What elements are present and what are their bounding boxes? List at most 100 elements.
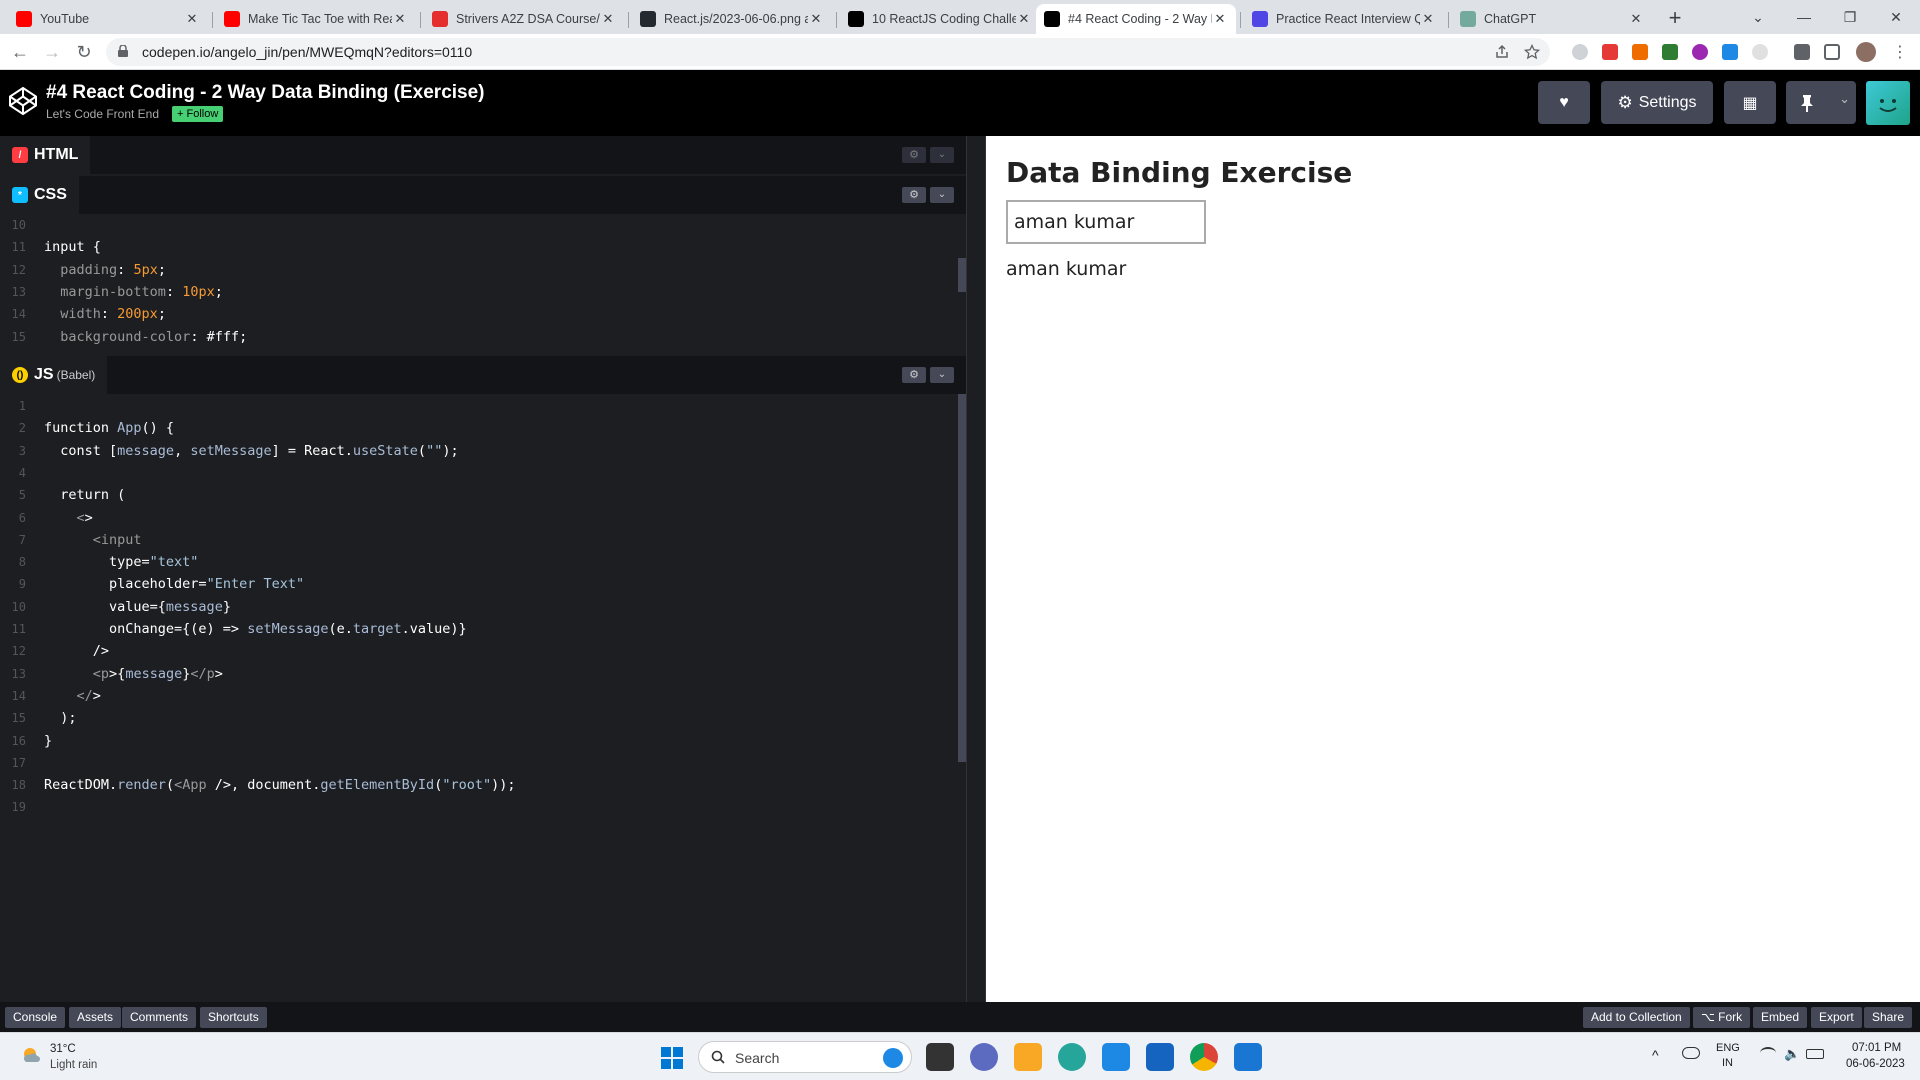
- tab-search-icon[interactable]: ⌄: [1738, 4, 1778, 30]
- browser-menu-icon[interactable]: ⋮: [1892, 42, 1908, 62]
- extension-cloud-icon[interactable]: [1572, 44, 1588, 60]
- add-to-collection-button[interactable]: Add to Collection: [1583, 1007, 1690, 1028]
- tab-title: Practice React Interview Questions: [1276, 12, 1420, 26]
- weather-rain-icon[interactable]: [20, 1045, 42, 1067]
- clock-time[interactable]: 07:01 PM: [1852, 1042, 1901, 1054]
- shortcuts-button[interactable]: Shortcuts: [200, 1007, 267, 1028]
- youtube-icon: [224, 11, 240, 27]
- chrome-icon[interactable]: [1190, 1043, 1218, 1071]
- extension-react-devtools-icon[interactable]: [1722, 44, 1738, 60]
- minimize-button[interactable]: —: [1784, 4, 1824, 30]
- html-settings-icon[interactable]: ⚙: [902, 147, 926, 163]
- bing-icon: [883, 1048, 903, 1068]
- pane-resizer[interactable]: [966, 136, 986, 1002]
- assets-button[interactable]: Assets: [69, 1007, 122, 1028]
- html-collapse-icon[interactable]: ⌄: [930, 147, 954, 163]
- share-icon[interactable]: [1494, 44, 1510, 60]
- edge-browser-icon[interactable]: [1058, 1043, 1086, 1071]
- tab-close-icon[interactable]: ✕: [184, 11, 200, 27]
- browser-tab[interactable]: Make Tic Tac Toe with React ✕: [216, 4, 416, 34]
- url-text: codepen.io/angelo_jin/pen/MWEQmqN?editor…: [142, 44, 473, 60]
- extension-gray-icon[interactable]: [1752, 44, 1768, 60]
- pen-author[interactable]: Let's Code Front End: [46, 107, 159, 121]
- css-collapse-icon[interactable]: ⌄: [930, 187, 954, 203]
- task-view-icon[interactable]: [926, 1043, 954, 1071]
- css-scrollbar[interactable]: [958, 258, 966, 292]
- settings-button[interactable]: ⚙ Settings: [1601, 81, 1713, 124]
- console-button[interactable]: Console: [5, 1007, 66, 1028]
- tab-close-icon[interactable]: ✕: [1212, 11, 1228, 27]
- code-text: width: 200px;: [60, 306, 166, 323]
- code-text: ReactDOM.render(<App />, document.getEle…: [44, 777, 516, 794]
- vscode-icon[interactable]: [1234, 1043, 1262, 1071]
- teams-chat-icon[interactable]: [970, 1043, 998, 1071]
- tab-close-icon[interactable]: ✕: [392, 11, 408, 27]
- extension-pocket-icon[interactable]: [1602, 44, 1618, 60]
- browser-tab[interactable]: #4 React Coding - 2 Way Data✕: [1036, 4, 1236, 34]
- reload-button[interactable]: ↻: [72, 40, 96, 64]
- battery-icon[interactable]: [1806, 1049, 1824, 1059]
- tray-overflow-icon[interactable]: ^: [1652, 1047, 1659, 1063]
- browser-tab[interactable]: Practice React Interview Questions✕: [1244, 4, 1444, 34]
- taskbar-search-box[interactable]: Search: [698, 1041, 912, 1073]
- side-panel-icon[interactable]: [1824, 44, 1840, 60]
- bookmark-star-icon[interactable]: [1524, 44, 1540, 60]
- js-editor-label: JS: [34, 366, 54, 383]
- file-explorer-icon[interactable]: [1014, 1043, 1042, 1071]
- pin-button[interactable]: ⌄: [1786, 81, 1856, 124]
- volume-icon[interactable]: 🔈: [1784, 1046, 1800, 1062]
- extension-app-icon[interactable]: [1662, 44, 1678, 60]
- forward-button[interactable]: →: [40, 40, 64, 64]
- heart-button[interactable]: ♥: [1538, 81, 1590, 124]
- microsoft-store-icon[interactable]: [1146, 1043, 1174, 1071]
- css-code-editor[interactable]: 10 11 input {12 padding: 5px; 13 margin-bot…: [0, 214, 966, 352]
- follow-button[interactable]: + Follow: [172, 106, 224, 122]
- codepen-logo-icon[interactable]: [8, 86, 38, 116]
- restore-button[interactable]: ❐: [1830, 4, 1870, 30]
- browser-tab[interactable]: ChatGPT ✕: [1452, 4, 1652, 34]
- browser-tab[interactable]: YouTube ✕: [8, 4, 208, 34]
- js-code-editor[interactable]: 1 2 function App() {3 const [message, setM…: [0, 394, 966, 1002]
- layout-button[interactable]: ▦: [1724, 81, 1776, 124]
- extension-dropper-icon[interactable]: [1632, 44, 1648, 60]
- tab-close-icon[interactable]: ✕: [808, 11, 824, 27]
- export-button[interactable]: Export: [1811, 1007, 1862, 1028]
- tab-close-icon[interactable]: ✕: [1420, 11, 1436, 27]
- wifi-icon[interactable]: [1760, 1047, 1776, 1059]
- html-editor-tab[interactable]: / HTML: [0, 136, 91, 174]
- onedrive-icon[interactable]: [1682, 1047, 1700, 1059]
- clock-date[interactable]: 06-06-2023: [1846, 1058, 1905, 1070]
- windows-start-icon[interactable]: [660, 1046, 684, 1070]
- js-collapse-icon[interactable]: ⌄: [930, 367, 954, 383]
- smiley-avatar-icon: [1879, 99, 1897, 112]
- address-bar[interactable]: codepen.io/angelo_jin/pen/MWEQmqN?editor…: [106, 38, 1550, 66]
- back-button[interactable]: ←: [8, 40, 32, 64]
- browser-tab[interactable]: Strivers A2Z DSA Course/Sheet✕: [424, 4, 624, 34]
- tab-close-icon[interactable]: ✕: [1628, 11, 1644, 27]
- share-button[interactable]: Share: [1864, 1007, 1913, 1028]
- extensions-puzzle-icon[interactable]: [1794, 44, 1810, 60]
- mail-icon[interactable]: [1102, 1043, 1130, 1071]
- tab-close-icon[interactable]: ✕: [600, 11, 616, 27]
- js-editor-tab[interactable]: () JS (Babel): [0, 356, 108, 394]
- css-settings-icon[interactable]: ⚙: [902, 187, 926, 203]
- line-number: 1: [18, 399, 26, 413]
- embed-button[interactable]: Embed: [1753, 1007, 1808, 1028]
- extension-purple-icon[interactable]: [1692, 44, 1708, 60]
- tab-close-icon[interactable]: ✕: [1016, 11, 1032, 27]
- language-indicator[interactable]: ENG: [1716, 1042, 1740, 1054]
- js-scrollbar[interactable]: [958, 394, 966, 762]
- profile-avatar[interactable]: [1856, 42, 1876, 62]
- pen-title[interactable]: #4 React Coding - 2 Way Data Binding (Ex…: [46, 82, 485, 104]
- new-tab-button[interactable]: +: [1662, 6, 1688, 32]
- browser-tab[interactable]: React.js/2023-06-06.png at main✕: [632, 4, 832, 34]
- fork-button[interactable]: ⌥ Fork: [1693, 1007, 1751, 1028]
- close-window-button[interactable]: ✕: [1876, 4, 1916, 30]
- js-settings-icon[interactable]: ⚙: [902, 367, 926, 383]
- comments-button[interactable]: Comments: [122, 1007, 197, 1028]
- preview-text-input[interactable]: [1006, 200, 1206, 244]
- css-editor-tab[interactable]: * CSS: [0, 176, 79, 214]
- code-text: function App() {: [44, 420, 175, 437]
- browser-tab[interactable]: 10 ReactJS Coding Challenges✕: [840, 4, 1040, 34]
- user-avatar[interactable]: [1866, 81, 1910, 125]
